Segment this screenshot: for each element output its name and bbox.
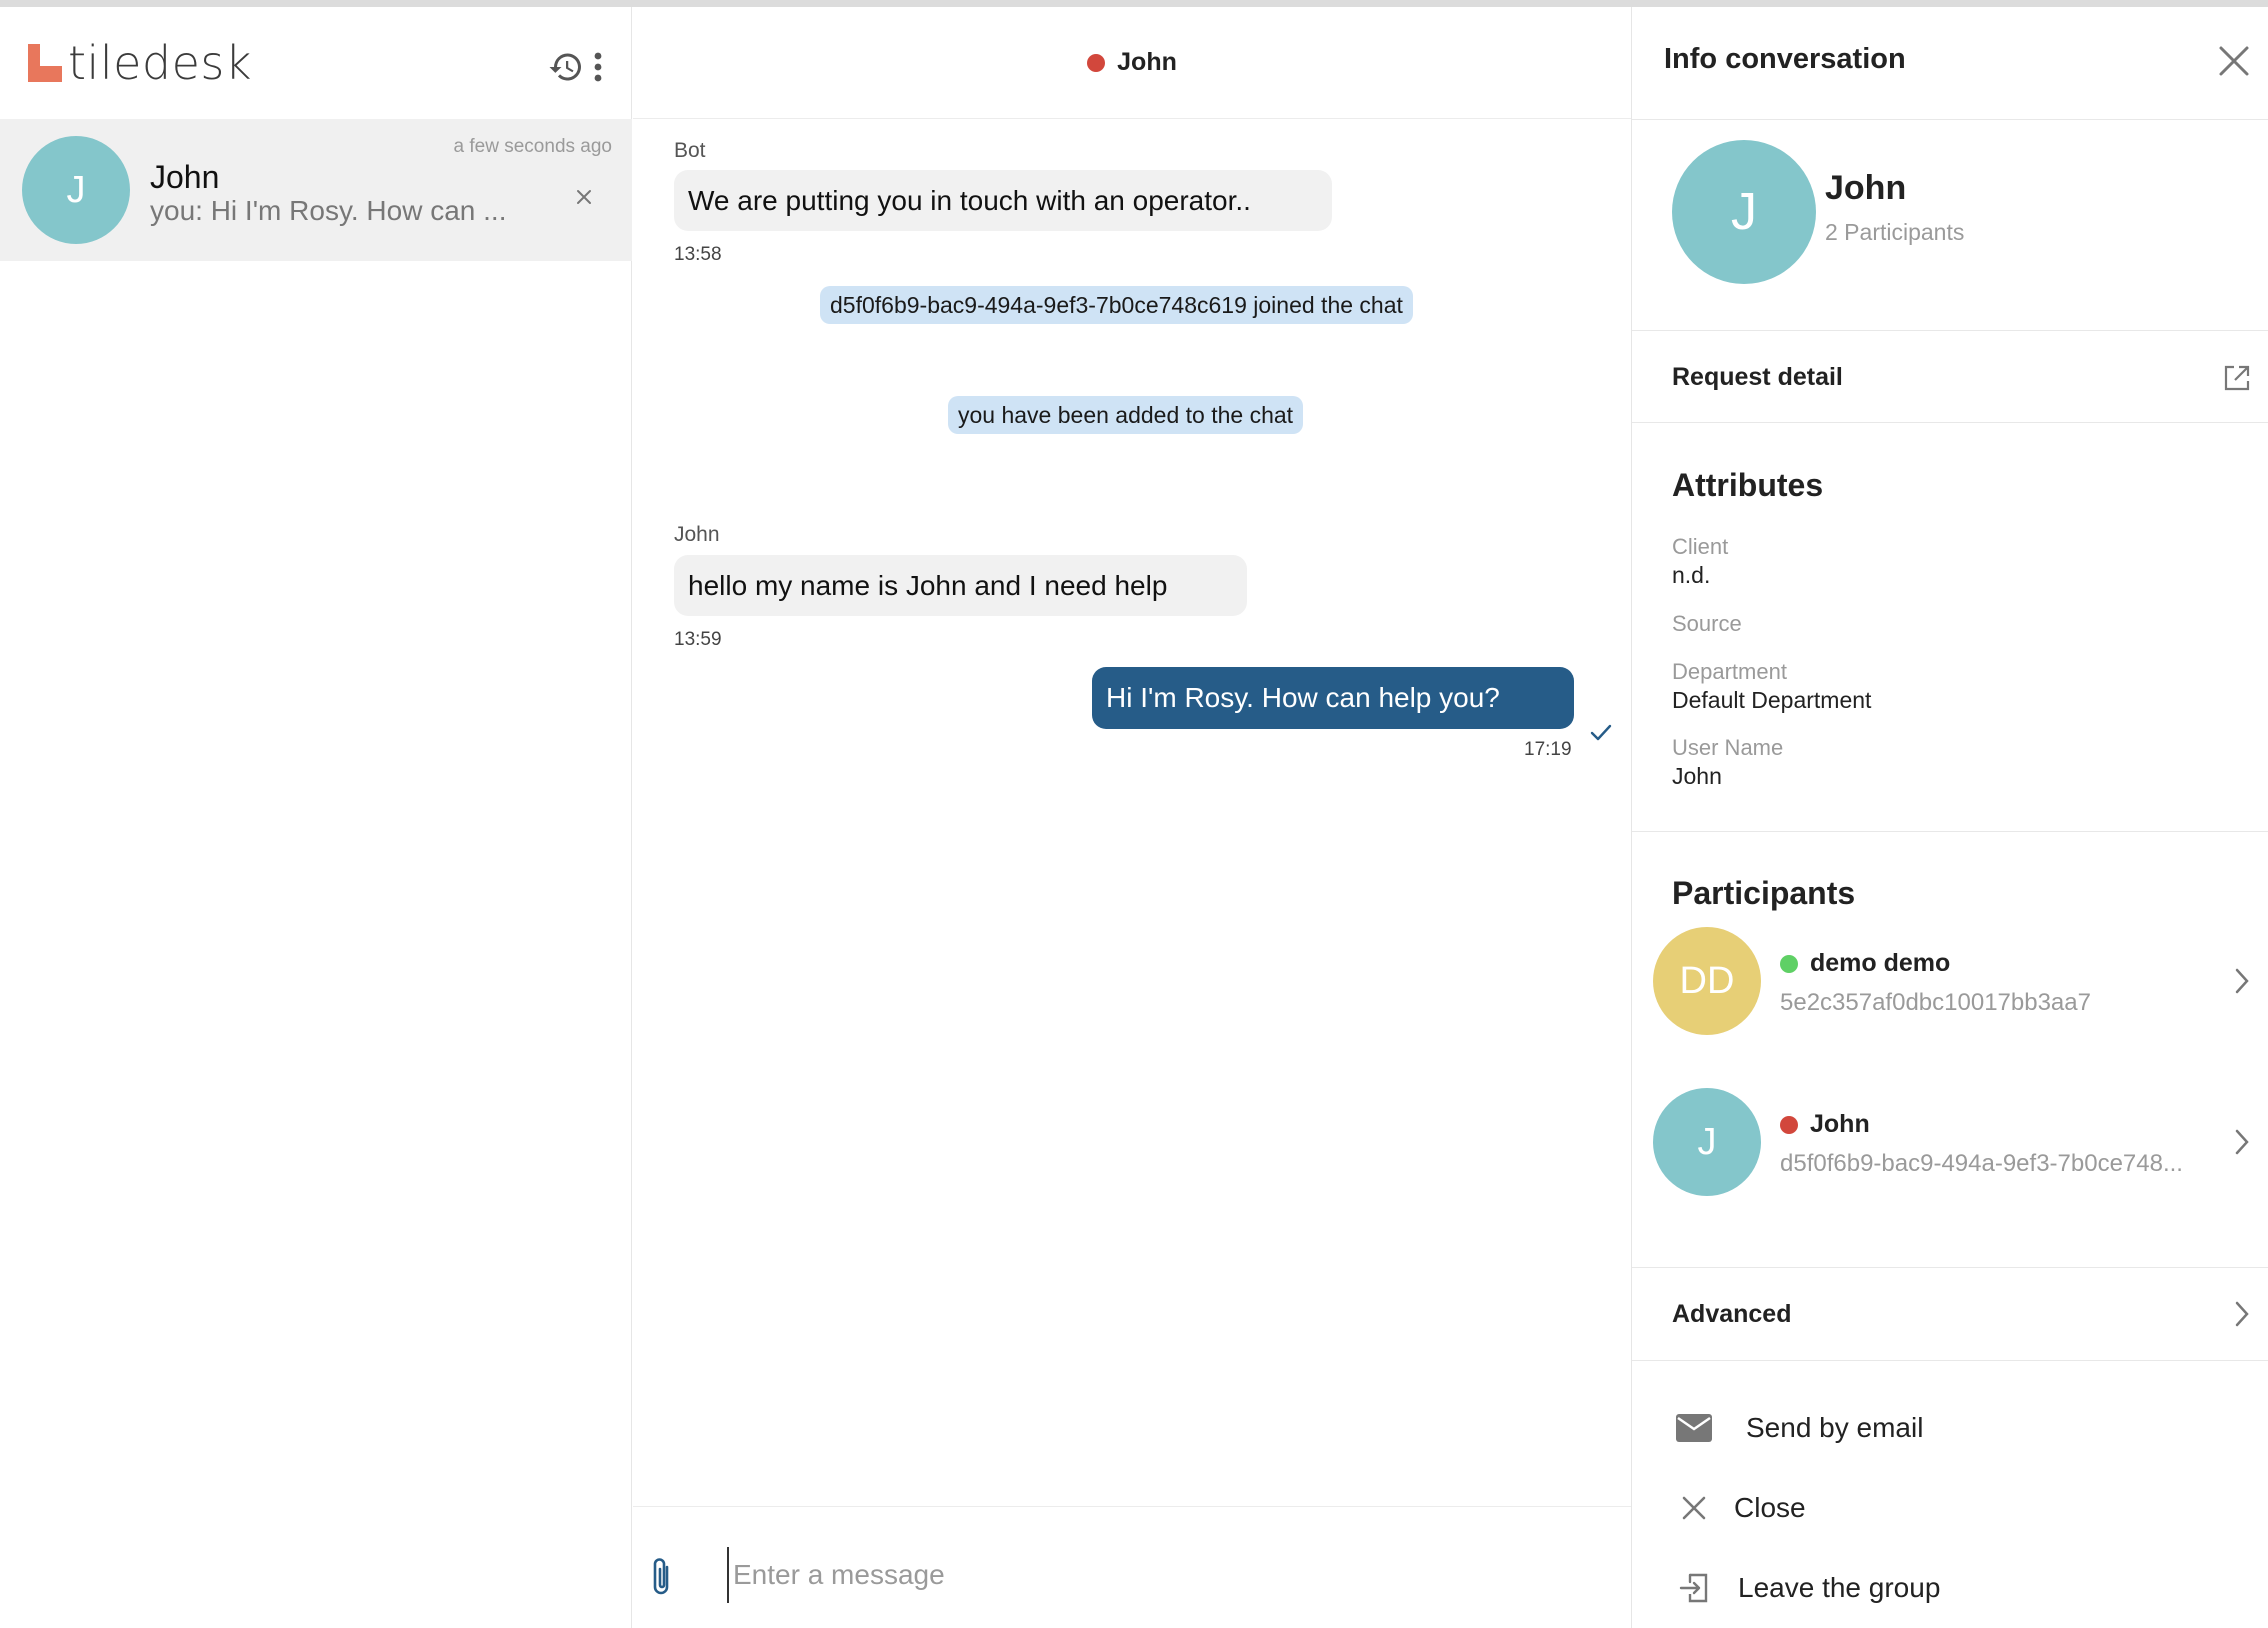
- info-panel: Info conversation J John 2 Participants …: [1631, 7, 2268, 1628]
- participant-item[interactable]: J John d5f0f6b9-bac9-494a-9ef3-7b0ce748.…: [1632, 1080, 2268, 1210]
- message-time: 17:19: [1524, 739, 1572, 760]
- participant-name-text: John: [1810, 1110, 1870, 1138]
- send-by-email-action[interactable]: Send by email: [1672, 1403, 1923, 1453]
- participant-item[interactable]: DD demo demo 5e2c357af0dbc10017bb3aa7: [1632, 919, 2268, 1049]
- message-bubble-outgoing: Hi I'm Rosy. How can help you?: [1092, 667, 1574, 729]
- attribute-value: John: [1672, 763, 1722, 789]
- message-time: 13:59: [674, 629, 722, 650]
- request-detail-label: Request detail: [1672, 363, 1843, 391]
- avatar: J: [1672, 140, 1816, 284]
- more-options-icon[interactable]: [578, 47, 618, 87]
- close-icon: [1676, 1490, 1712, 1526]
- profile-name: John: [1825, 169, 1907, 207]
- chat-panel: John Bot We are putting you in touch wit…: [633, 7, 1631, 1628]
- system-message: d5f0f6b9-bac9-494a-9ef3-7b0ce748c619 joi…: [820, 286, 1413, 324]
- message-composer: [633, 1506, 1631, 1628]
- mail-icon: [1676, 1410, 1712, 1446]
- chat-title: John: [1117, 48, 1177, 76]
- message-sender: John: [674, 523, 720, 546]
- attribute-value: Default Department: [1672, 687, 1872, 713]
- status-offline-icon: [1780, 1115, 1798, 1134]
- check-icon: [1589, 723, 1613, 743]
- chevron-right-icon: [2232, 965, 2252, 997]
- advanced-row[interactable]: Advanced: [1632, 1268, 2268, 1360]
- close-conversation-icon[interactable]: [572, 185, 596, 209]
- participant-name: John: [1780, 1110, 1870, 1139]
- attribute-key: Department: [1672, 659, 1787, 684]
- divider: [1632, 831, 2268, 832]
- action-label: Close: [1734, 1492, 1806, 1523]
- conversation-list-item[interactable]: J John you: Hi I'm Rosy. How can ... a f…: [0, 119, 632, 261]
- close-icon[interactable]: [2216, 43, 2252, 79]
- exit-icon: [1676, 1570, 1712, 1606]
- info-panel-title: Info conversation: [1664, 43, 1906, 75]
- leave-group-action[interactable]: Leave the group: [1672, 1563, 1940, 1613]
- status-online-icon: [1780, 954, 1798, 973]
- message-sender: Bot: [674, 139, 706, 162]
- close-conversation-action[interactable]: Close: [1672, 1483, 1806, 1533]
- status-offline-icon: [1087, 53, 1106, 72]
- chevron-right-icon: [2232, 1298, 2252, 1330]
- attribute-key: Source: [1672, 611, 1742, 636]
- system-message: you have been added to the chat: [948, 396, 1304, 434]
- participant-id: d5f0f6b9-bac9-494a-9ef3-7b0ce748...: [1780, 1150, 2183, 1177]
- participant-name-text: demo demo: [1810, 949, 1951, 977]
- advanced-label: Advanced: [1672, 1300, 1792, 1328]
- request-detail-row[interactable]: Request detail: [1632, 331, 2268, 422]
- message-input[interactable]: [727, 1547, 1587, 1603]
- message-bubble: hello my name is John and I need help: [674, 555, 1247, 616]
- conversation-preview: you: Hi I'm Rosy. How can ...: [150, 195, 507, 226]
- message-time: 13:58: [674, 244, 722, 265]
- avatar: J: [1653, 1088, 1761, 1196]
- divider: [1632, 1360, 2268, 1361]
- avatar: J: [22, 136, 130, 244]
- divider: [1632, 119, 2268, 120]
- action-label: Send by email: [1746, 1412, 1924, 1443]
- chat-header: John: [633, 7, 1631, 119]
- action-label: Leave the group: [1738, 1572, 1941, 1603]
- conversations-header: tiledesk: [0, 7, 632, 119]
- attach-icon[interactable]: [647, 1555, 681, 1601]
- message-bubble: We are putting you in touch with an oper…: [674, 170, 1332, 231]
- participant-name: demo demo: [1780, 949, 1950, 978]
- open-in-new-icon: [2222, 363, 2252, 393]
- chevron-right-icon: [2232, 1126, 2252, 1158]
- participants-count: 2 Participants: [1825, 219, 1965, 245]
- logo-text: tiledesk: [68, 36, 253, 90]
- conversation-time: a few seconds ago: [453, 136, 612, 157]
- avatar: DD: [1653, 927, 1761, 1035]
- attributes-title: Attributes: [1672, 467, 1824, 503]
- tiledesk-logo[interactable]: tiledesk: [28, 35, 252, 91]
- conversation-name: John: [150, 159, 220, 195]
- attribute-key: User Name: [1672, 735, 1784, 760]
- attribute-value: n.d.: [1672, 562, 1711, 588]
- window-top-border: [0, 0, 2268, 7]
- attribute-key: Client: [1672, 534, 1729, 559]
- logo-mark-icon: [28, 44, 66, 82]
- participant-id: 5e2c357af0dbc10017bb3aa7: [1780, 989, 2091, 1016]
- conversations-panel: tiledesk J John you: Hi I'm Rosy. How ca…: [0, 7, 632, 1628]
- divider: [1632, 422, 2268, 423]
- participants-title: Participants: [1672, 875, 1856, 911]
